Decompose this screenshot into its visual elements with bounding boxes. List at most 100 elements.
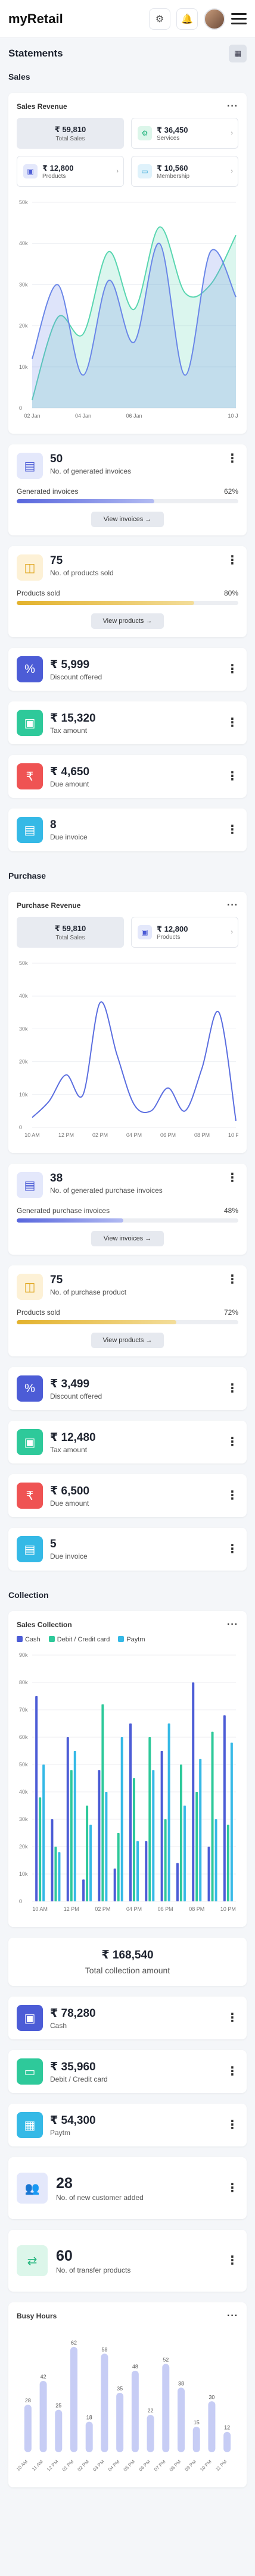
legend-item[interactable]: Cash [17, 1636, 41, 1643]
data-label: 42 [41, 2374, 46, 2380]
metric-value: 75 [50, 1274, 63, 1286]
more-icon[interactable]: ⋮ [226, 770, 238, 782]
more-icon[interactable]: ⋮ [226, 824, 238, 836]
products-icon: ▣ [23, 164, 38, 178]
data-label: 15 [194, 2420, 200, 2425]
more-icon[interactable]: ⋮ [226, 663, 238, 675]
pill-label: Total Sales [55, 934, 85, 941]
chevron-right-icon: › [231, 130, 233, 137]
view-products-button[interactable]: View products → [91, 1333, 164, 1348]
x-tick-label: 09 PM [184, 2459, 197, 2472]
pill-products[interactable]: ▣ ₹ 12,800 Products › [17, 156, 124, 187]
bell-icon[interactable]: 🔔 [176, 8, 198, 30]
hamburger-icon[interactable] [231, 13, 247, 24]
pill-total-sales[interactable]: ₹ 59,810 Total Sales [17, 118, 124, 149]
bar [178, 2387, 185, 2452]
bar [131, 2370, 139, 2452]
more-icon[interactable]: ⋮ [226, 453, 238, 465]
progress-fill [17, 1320, 176, 1324]
x-tick-label: 10 PM [220, 1906, 236, 1912]
metric-value: ₹ 168,540 [101, 1949, 154, 1961]
y-tick-label: 30k [19, 1026, 28, 1032]
more-icon[interactable]: ··· [227, 900, 238, 911]
bar [179, 1765, 182, 1901]
metric-label: Tax amount [50, 1445, 88, 1454]
y-tick-label: 40k [19, 1789, 28, 1795]
y-tick-label: 50k [19, 1762, 28, 1768]
x-tick-label: 05 PM [123, 2459, 136, 2472]
more-icon[interactable]: ⋮ [226, 1383, 238, 1394]
sales-due-invoice-card: ▤ 8 Due invoice ⋮ [8, 808, 247, 851]
metric-value: ₹ 12,480 [50, 1431, 96, 1444]
cash-icon: ▣ [17, 1429, 43, 1455]
legend-item[interactable]: Paytm [118, 1636, 145, 1643]
legend-item[interactable]: Debit / Credit card [48, 1636, 110, 1643]
sales-products-card: ◫ 75 No. of products sold ⋮ Products sold… [8, 546, 247, 637]
x-tick-label: 12 PM [58, 1132, 74, 1138]
transfer-icon: ⇄ [17, 2245, 48, 2276]
x-tick-label: 11 AM [31, 2459, 44, 2472]
pill-services[interactable]: ⚙ ₹ 36,450 Services › [131, 118, 238, 149]
bar [160, 1751, 163, 1901]
x-tick-label: 11 PM [214, 2459, 228, 2472]
y-tick-label: 30k [19, 1816, 28, 1822]
purchase-due-card: ₹ ₹ 6,500 Due amount ⋮ [8, 1474, 247, 1517]
more-icon[interactable]: ⋮ [226, 2255, 238, 2267]
progress-bar [17, 499, 238, 503]
more-icon[interactable]: ⋮ [226, 717, 238, 729]
more-icon[interactable]: ⋮ [226, 1543, 238, 1555]
more-icon[interactable]: ⋮ [226, 1274, 238, 1286]
metric-value: ₹ 3,499 [50, 1377, 90, 1390]
gear-icon[interactable]: ⚙ [149, 8, 170, 30]
more-icon[interactable]: ⋮ [226, 2119, 238, 2131]
document-icon: ▤ [17, 1536, 43, 1562]
calendar-icon[interactable]: ▦ [229, 45, 247, 62]
more-icon[interactable]: ⋮ [226, 2066, 238, 2077]
bar [214, 1819, 217, 1901]
view-invoices-button[interactable]: View invoices → [91, 512, 164, 527]
purchase-revenue-card: Purchase Revenue ··· ₹ 59,810 Total Sales… [8, 892, 247, 1153]
percent-icon: % [17, 656, 43, 682]
y-tick-label: 0 [19, 405, 22, 411]
more-icon[interactable]: ⋮ [226, 2012, 238, 2024]
data-label: 22 [148, 2408, 154, 2414]
bar [24, 2405, 32, 2452]
pill-label: Membership [157, 173, 190, 180]
more-icon[interactable]: ··· [227, 101, 238, 112]
qr-code-icon: ▦ [17, 2112, 43, 2138]
bar [145, 1841, 148, 1901]
series-line [32, 1001, 237, 1121]
avatar[interactable] [204, 8, 225, 30]
progress-percent: 80% [223, 589, 238, 597]
bar [39, 2381, 47, 2452]
y-tick-label: 80k [19, 1679, 28, 1685]
view-invoices-button[interactable]: View invoices → [91, 1231, 164, 1246]
more-icon[interactable]: ⋮ [226, 2182, 238, 2194]
more-icon[interactable]: ··· [227, 2311, 238, 2321]
pill-value: ₹ 12,800 [157, 924, 188, 933]
data-label: 48 [132, 2364, 138, 2370]
new-customers-card: 👥 28 No. of new customer added ⋮ [8, 2157, 247, 2219]
pill-membership[interactable]: ▭ ₹ 10,560 Membership › [131, 156, 238, 187]
more-icon[interactable]: ⋮ [226, 1436, 238, 1448]
progress-bar [17, 1320, 238, 1324]
more-icon[interactable]: ⋮ [226, 1172, 238, 1184]
pill-products[interactable]: ▣ ₹ 12,800 Products › [131, 917, 238, 948]
x-tick-label: 10 AM [24, 1132, 40, 1138]
metric-label: No. of generated invoices [50, 467, 132, 475]
pill-label: Services [157, 134, 180, 142]
more-icon[interactable]: ⋮ [226, 554, 238, 566]
x-tick-label: 08 PM [189, 1906, 204, 1912]
page-title: Statements [8, 48, 63, 59]
brand-logo[interactable]: myRetail [8, 11, 63, 27]
bar [162, 2364, 170, 2452]
view-products-button[interactable]: View products → [91, 613, 164, 629]
bar [176, 1863, 179, 1901]
users-icon: 👥 [17, 2173, 48, 2204]
more-icon[interactable]: ⋮ [226, 1490, 238, 1502]
purchase-products-card: ◫ 75 No. of purchase product ⋮ Products s… [8, 1265, 247, 1356]
more-icon[interactable]: ··· [227, 1619, 238, 1630]
pill-total-sales[interactable]: ₹ 59,810 Total Sales [17, 917, 124, 948]
x-tick-label: 02 Jan [24, 413, 40, 419]
pill-label: Products [42, 173, 66, 180]
